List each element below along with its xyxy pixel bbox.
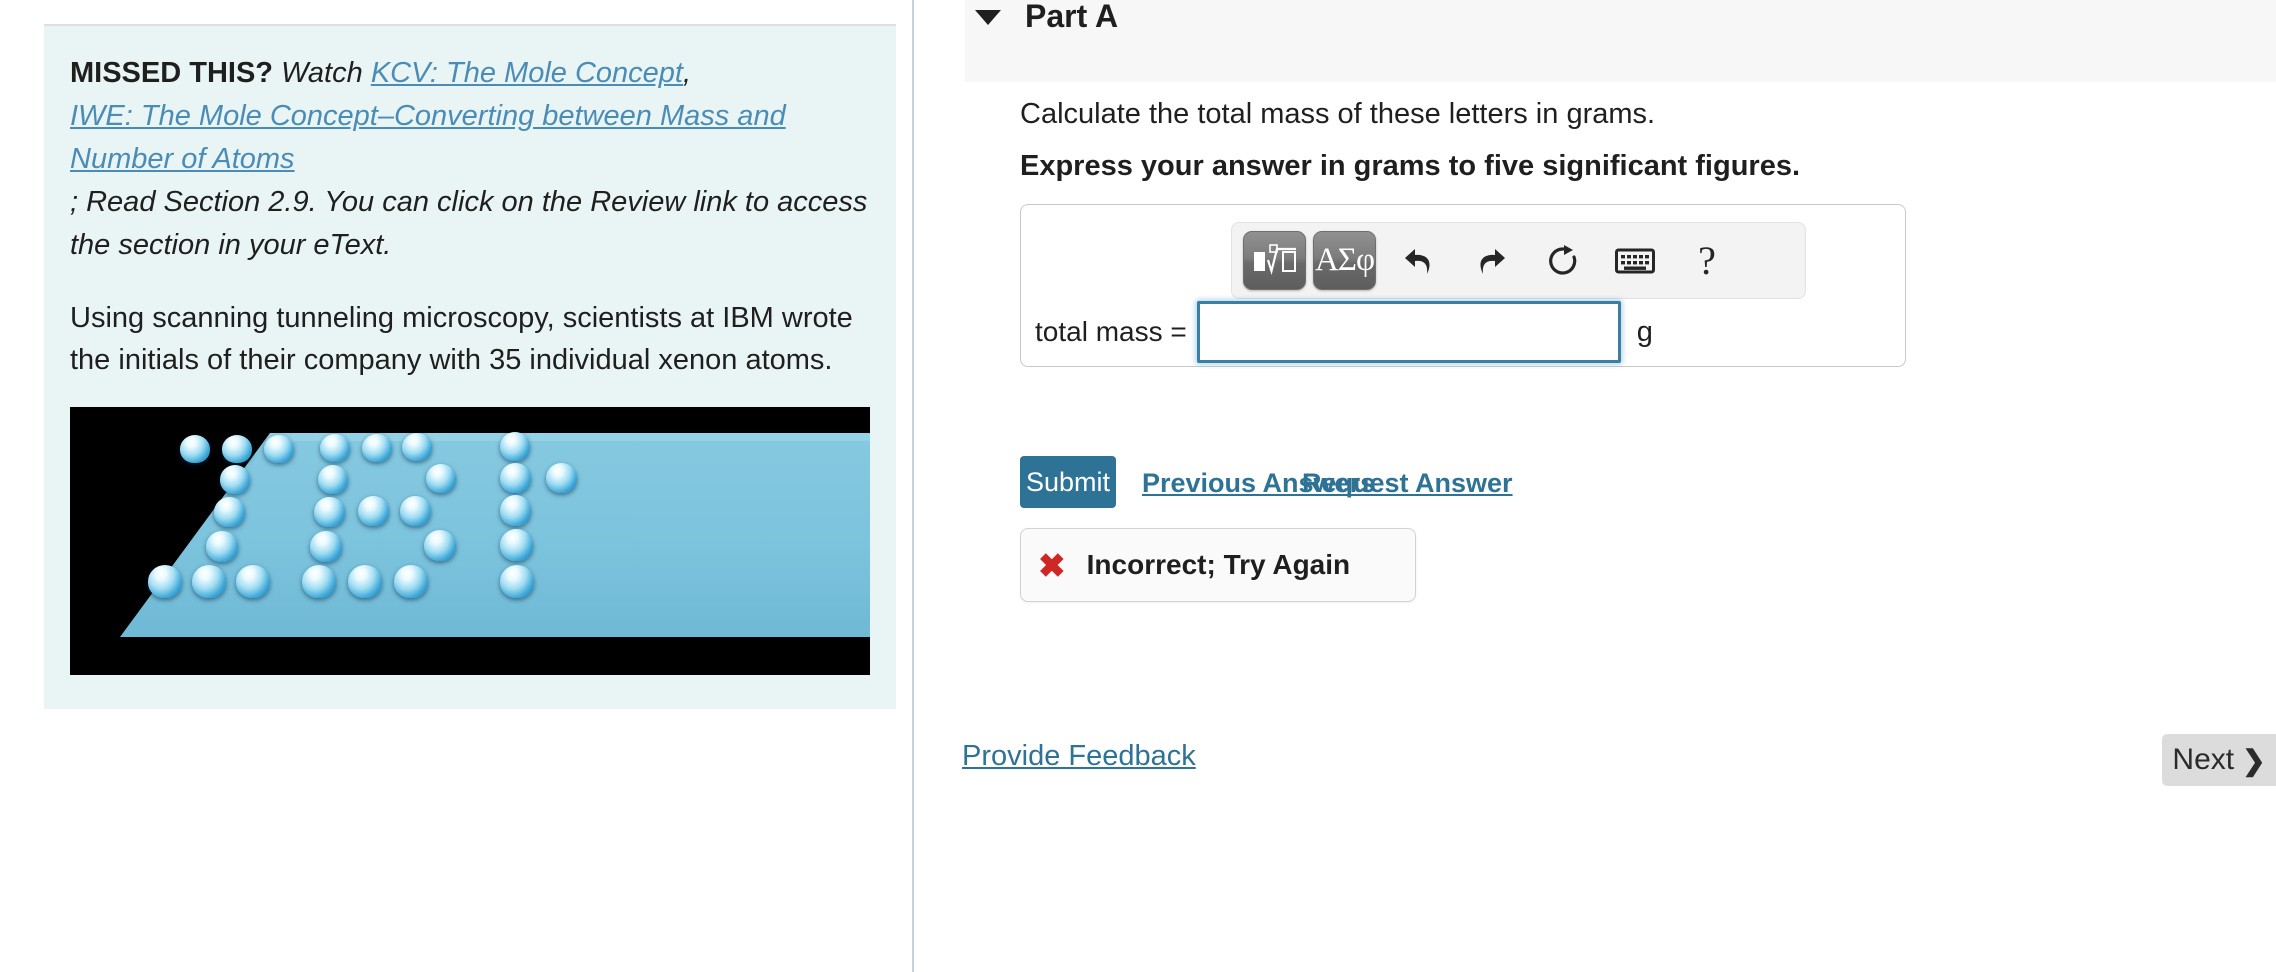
incorrect-x-icon: ✖ [1038, 546, 1066, 584]
page-root: MISSED THIS? Watch KCV: The Mole Concept… [0, 0, 2276, 972]
hint-box: MISSED THIS? Watch KCV: The Mole Concept… [44, 24, 896, 710]
stm-xenon-atoms-ibm-image [70, 407, 870, 676]
iwe-mole-concept-link[interactable]: IWE: The Mole Concept–Converting between… [70, 100, 786, 175]
keyboard-glyph [1615, 248, 1655, 273]
help-icon[interactable]: ? [1683, 238, 1731, 284]
caret-down-icon[interactable] [975, 10, 1001, 25]
answer-input[interactable] [1196, 301, 1621, 363]
incorrect-status-text: Incorrect; Try Again [1086, 549, 1351, 580]
keyboard-icon[interactable] [1611, 238, 1659, 284]
reset-glyph [1549, 244, 1577, 275]
question-text: Calculate the total mass of these letter… [1020, 98, 1656, 130]
reset-icon[interactable] [1539, 238, 1587, 284]
math-template-icon[interactable] [1243, 231, 1306, 290]
left-panel: MISSED THIS? Watch KCV: The Mole Concept… [0, 0, 912, 972]
hint-tail-text: ; Read Section 2.9. You can click on the… [70, 185, 868, 261]
part-header: Part A [965, 0, 2276, 82]
provide-feedback-link[interactable]: Provide Feedback [962, 740, 1196, 773]
page-title: Part A [1025, 0, 1119, 34]
request-answer-link[interactable]: Request Answer [1302, 468, 1513, 499]
hint-intro-paragraph: MISSED THIS? Watch KCV: The Mole Concept… [70, 52, 870, 267]
right-panel: Part A Calculate the total mass of these… [914, 0, 2276, 972]
answer-label: total mass = [1035, 316, 1187, 347]
next-button-label: Next [2172, 743, 2235, 776]
hint-body-text: Using scanning tunneling microscopy, sci… [70, 301, 853, 376]
math-toolbar: ΑΣφ ? [1231, 222, 1806, 299]
answer-unit-label: g [1636, 315, 1653, 348]
chevron-right-icon: ❯ [2242, 744, 2266, 776]
instruction-text: Express your answer in grams to five sig… [1020, 150, 1801, 182]
link-separator-comma: , [683, 57, 692, 89]
submit-button[interactable]: Submit [1020, 456, 1116, 508]
missed-this-label: MISSED THIS? [70, 57, 274, 89]
redo-glyph [1480, 248, 1505, 274]
status-badge: ✖ Incorrect; Try Again [1020, 528, 1416, 602]
undo-glyph [1405, 248, 1430, 274]
redo-icon[interactable] [1467, 238, 1515, 284]
undo-icon[interactable] [1395, 238, 1443, 284]
answer-row: total mass = g [1021, 301, 1907, 363]
greek-letters-icon[interactable]: ΑΣφ [1313, 231, 1376, 290]
next-button[interactable]: Next ❯ [2162, 734, 2276, 786]
math-template-glyph [1253, 243, 1296, 275]
watch-word: Watch [281, 57, 363, 89]
answer-panel: ΑΣφ ? total mass = g [1020, 204, 1906, 367]
kcv-mole-concept-link[interactable]: KCV: The Mole Concept [371, 57, 683, 89]
